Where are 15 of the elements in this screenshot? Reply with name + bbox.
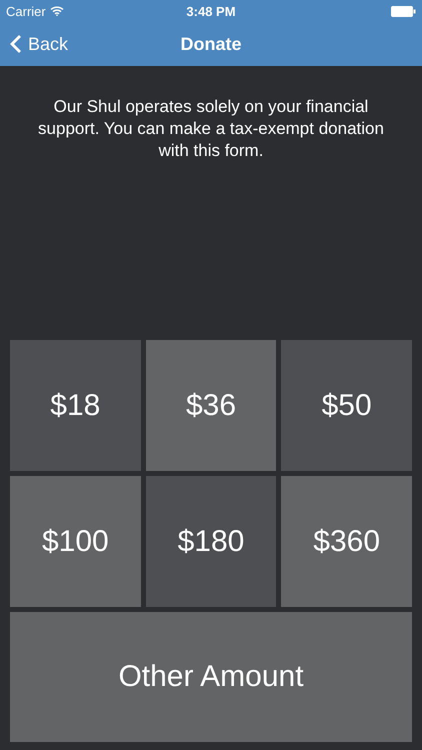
amount-button[interactable]: $18 [10,340,141,471]
screen-title: Donate [180,34,242,54]
amount-button[interactable]: $180 [146,476,276,607]
carrier-label: Carrier [6,4,46,18]
intro-text: Our Shul operates solely on your financial support. You can make a tax-exempt donation with this form. [37,96,385,162]
battery-icon [391,6,416,16]
amount-button[interactable]: $36 [146,340,276,471]
chevron-left-icon [10,34,22,54]
back-button[interactable]: Back [10,34,68,54]
wifi-icon [50,6,64,16]
amount-button[interactable]: $100 [10,476,141,607]
amount-button[interactable]: $360 [281,476,412,607]
other-amount-button[interactable]: Other Amount [10,612,412,742]
amount-button[interactable]: $50 [281,340,412,471]
status-time: 3:48 PM [186,4,236,18]
